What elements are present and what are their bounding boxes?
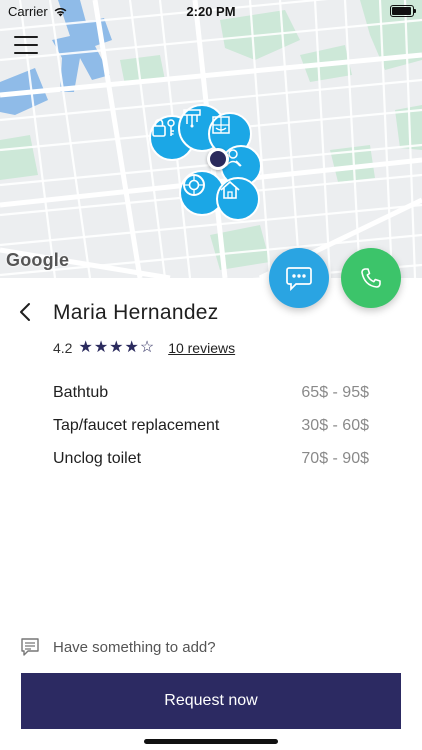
home-indicator — [144, 739, 278, 744]
menu-bar — [14, 36, 38, 38]
service-name: Tap/faucet replacement — [53, 416, 220, 434]
rating-row: 4.2 ★ ★ ★ ★ ☆ 10 reviews — [53, 340, 235, 357]
house-icon[interactable] — [216, 177, 260, 221]
menu-bar — [14, 52, 38, 54]
chat-button[interactable] — [269, 248, 329, 308]
star-empty-icon: ☆ — [139, 339, 155, 356]
rating-value: 4.2 — [53, 340, 73, 356]
current-location-marker — [207, 148, 229, 170]
menu-button[interactable] — [14, 36, 38, 54]
services-list: Bathtub 65$ - 95$ Tap/faucet replacement 30… — [53, 376, 369, 475]
service-price: 65$ - 95$ — [301, 383, 369, 401]
rating-stars: ★ ★ ★ ★ ☆ — [78, 340, 154, 356]
service-price: 70$ - 90$ — [301, 449, 369, 467]
star-filled-icon: ★ — [78, 339, 93, 356]
request-now-button[interactable]: Request now — [21, 673, 401, 729]
comment-placeholder: Have something to add? — [53, 638, 216, 656]
carrier-label: Carrier — [8, 3, 48, 19]
service-row[interactable]: Unclog toilet 70$ - 90$ — [53, 442, 369, 475]
star-filled-icon: ★ — [93, 339, 109, 356]
status-right — [390, 5, 422, 17]
service-name: Bathtub — [53, 383, 109, 401]
chat-bubble-icon — [286, 267, 312, 291]
service-name: Unclog toilet — [53, 449, 142, 467]
phone-icon — [361, 268, 381, 288]
status-bar: Carrier 2:20 PM — [0, 0, 422, 22]
back-button[interactable] — [14, 300, 36, 324]
service-price: 30$ - 60$ — [301, 416, 369, 434]
comment-field[interactable]: Have something to add? — [20, 638, 216, 656]
note-icon — [21, 638, 39, 656]
service-row[interactable]: Bathtub 65$ - 95$ — [53, 376, 369, 409]
star-filled-icon: ★ — [124, 339, 139, 356]
service-pin-cluster — [0, 0, 422, 278]
chevron-left-icon — [20, 303, 30, 321]
reviews-link[interactable]: 10 reviews — [168, 340, 235, 356]
wifi-icon — [54, 7, 67, 16]
status-left: Carrier — [0, 4, 68, 19]
call-button[interactable] — [341, 248, 401, 308]
map-view[interactable]: Google — [0, 0, 422, 278]
menu-bar — [14, 44, 38, 46]
provider-name: Maria Hernandez — [53, 301, 219, 324]
star-filled-icon: ★ — [109, 339, 124, 356]
battery-level — [392, 7, 412, 15]
battery-icon — [390, 5, 416, 17]
service-row[interactable]: Tap/faucet replacement 30$ - 60$ — [53, 409, 369, 442]
google-logo: Google — [6, 250, 70, 270]
